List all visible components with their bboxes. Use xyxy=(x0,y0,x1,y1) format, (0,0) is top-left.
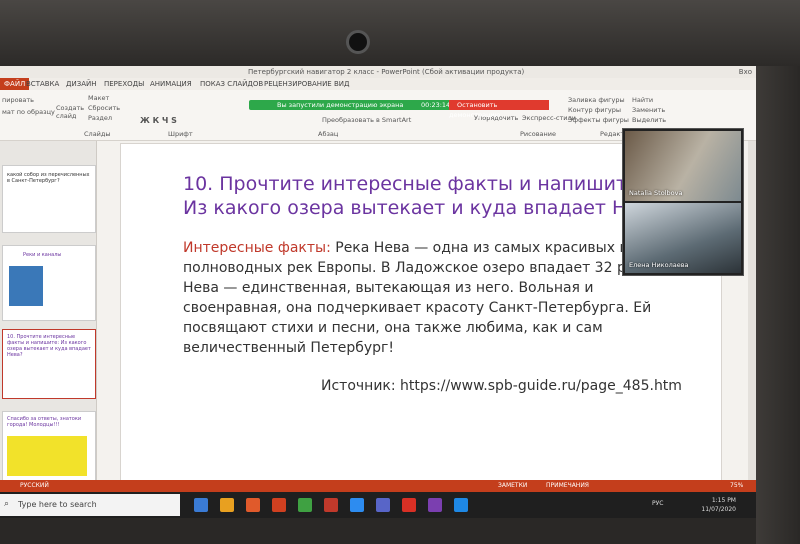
create-slide-button[interactable]: Создать слайд xyxy=(56,104,84,120)
language-indicator[interactable]: РУССКИЙ xyxy=(20,482,49,489)
layout-button[interactable]: Макет xyxy=(88,94,109,102)
body-line: величественный Петербург! xyxy=(183,340,394,356)
copy-button[interactable]: пировать xyxy=(2,96,34,104)
select-button[interactable]: Выделить xyxy=(632,116,666,124)
stop-share-button[interactable]: Остановить демонстрацию xyxy=(449,100,549,119)
format-painter-button[interactable]: мат по образцу xyxy=(2,108,55,116)
slide-thumbnail[interactable]: Спасибо за ответы, знатоки города! Молод… xyxy=(2,411,96,483)
window-title: Петербургский навигатор 2 класс - PowerP… xyxy=(248,68,525,76)
replace-button[interactable]: Заменить xyxy=(632,106,665,114)
group-font-label: Шрифт xyxy=(168,130,193,138)
tab-insert[interactable]: ВСТАВКА xyxy=(26,80,59,88)
video-tile: Елена Николаева xyxy=(625,203,741,273)
ribbon-tabs: ФАЙЛ ВСТАВКА ДИЗАЙН ПЕРЕХОДЫ АНИМАЦИЯ ПО… xyxy=(0,78,756,90)
zoom-level[interactable]: 75% xyxy=(730,482,743,489)
powerpoint-icon[interactable] xyxy=(272,498,286,512)
firefox-icon[interactable] xyxy=(246,498,260,512)
body-line: Река Нева — одна из самых красивых и xyxy=(330,240,629,256)
slide-thumbnails-panel: какой собор из перечисленных в Санкт-Пет… xyxy=(0,141,97,491)
participant-name: Natalia Stolbova xyxy=(629,189,683,197)
share-message: Вы запустили демонстрацию экрана xyxy=(277,101,404,109)
sign-in-link[interactable]: Вхо xyxy=(739,68,752,76)
laptop-bezel-right xyxy=(756,66,800,544)
thumbnail-image xyxy=(9,266,43,306)
bold-italic-buttons[interactable]: Ж К Ч S xyxy=(140,116,177,125)
comments-button[interactable]: ПРИМЕЧАНИЯ xyxy=(546,482,589,489)
zoom-icon[interactable] xyxy=(350,498,364,512)
screen: Петербургский навигатор 2 класс - PowerP… xyxy=(0,66,756,518)
slide-thumbnail-selected[interactable]: 10. Прочтите интересные факты и напишите… xyxy=(2,329,96,399)
slide-thumbnail[interactable]: какой собор из перечисленных в Санкт-Пет… xyxy=(2,165,96,233)
window-titlebar: Петербургский навигатор 2 класс - PowerP… xyxy=(0,66,756,78)
thumbnail-text: какой собор из перечисленных в Санкт-Пет… xyxy=(7,172,90,184)
search-input[interactable]: Type here to search xyxy=(18,500,97,509)
notes-button[interactable]: ЗАМЕТКИ xyxy=(498,482,527,489)
system-clock[interactable]: 1:15 PM 11/07/2020 xyxy=(676,496,736,514)
tab-view[interactable]: ВИД xyxy=(334,80,350,88)
file-explorer-icon[interactable] xyxy=(220,498,234,512)
clock-time: 1:15 PM xyxy=(711,497,736,504)
thumbnail-image xyxy=(7,436,87,476)
vertical-scrollbar[interactable] xyxy=(748,141,756,481)
source-link-text: Источник: https://www.spb-guide.ru/page_… xyxy=(321,378,682,394)
facts-label: Интересные факты: xyxy=(183,240,331,256)
tab-transitions[interactable]: ПЕРЕХОДЫ xyxy=(104,80,144,88)
chrome-icon[interactable] xyxy=(298,498,312,512)
share-timer: 00:23:14 xyxy=(421,101,451,109)
section-button[interactable]: Раздел xyxy=(88,114,112,122)
find-button[interactable]: Найти xyxy=(632,96,653,104)
group-drawing-label: Рисование xyxy=(520,130,556,138)
shape-outline-button[interactable]: Контур фигуры xyxy=(568,106,621,114)
tab-design[interactable]: ДИЗАЙН xyxy=(66,80,96,88)
status-bar: РУССКИЙ ЗАМЕТКИ ПРИМЕЧАНИЯ 75% xyxy=(0,480,756,492)
video-panel: Natalia Stolbova Елена Николаева xyxy=(622,128,744,276)
stop-share-label: Остановить демонстрацию xyxy=(449,101,501,119)
body-line: посвящают стихи и песни, она также любим… xyxy=(183,320,603,336)
slide-thumbnail[interactable]: Реки и каналы xyxy=(2,245,96,321)
shape-effects-button[interactable]: Эффекты фигуры xyxy=(568,116,629,124)
body-line: своенравная, она подчеркивает красоту Са… xyxy=(183,300,652,316)
clock-date: 11/07/2020 xyxy=(701,506,736,513)
tab-slideshow[interactable]: ПОКАЗ СЛАЙДОВ xyxy=(200,80,263,88)
app-icon[interactable] xyxy=(428,498,442,512)
app-icon[interactable] xyxy=(324,498,338,512)
smartart-button[interactable]: Преобразовать в SmartArt xyxy=(322,116,411,124)
laptop-bezel-top xyxy=(0,0,800,66)
video-tile: Natalia Stolbova xyxy=(625,131,741,201)
reset-button[interactable]: Сбросить xyxy=(88,104,120,112)
keyboard-language[interactable]: РУС xyxy=(652,500,663,507)
group-paragraph-label: Абзац xyxy=(318,130,339,138)
shape-fill-button[interactable]: Заливка фигуры xyxy=(568,96,625,104)
search-icon: ⌕ xyxy=(4,499,10,509)
webcam-icon xyxy=(346,30,370,54)
group-slides-label: Слайды xyxy=(84,130,111,138)
thumbnail-text: 10. Прочтите интересные факты и напишите… xyxy=(7,334,91,358)
taskbar-search[interactable]: ⌕ Type here to search xyxy=(0,494,180,516)
body-line: Нева — единственная, вытекающая из него.… xyxy=(183,280,594,296)
thumbnail-text: Спасибо за ответы, знатоки города! Молод… xyxy=(7,416,82,428)
participant-name: Елена Николаева xyxy=(629,261,689,269)
thumbnail-text: Реки и каналы xyxy=(23,252,62,258)
tab-file[interactable]: ФАЙЛ xyxy=(0,78,30,90)
word-icon[interactable] xyxy=(454,498,468,512)
screen-share-bar: Вы запустили демонстрацию экрана 00:23:1… xyxy=(249,100,549,119)
tab-review[interactable]: РЕЦЕНЗИРОВАНИЕ xyxy=(264,80,332,88)
tab-animation[interactable]: АНИМАЦИЯ xyxy=(150,80,192,88)
edge-icon[interactable] xyxy=(194,498,208,512)
app-icon[interactable] xyxy=(376,498,390,512)
yandex-icon[interactable] xyxy=(402,498,416,512)
laptop-bezel-bottom xyxy=(0,518,756,544)
taskbar: ⌕ Type here to search РУС 1:15 PM 11/07/… xyxy=(0,492,756,518)
